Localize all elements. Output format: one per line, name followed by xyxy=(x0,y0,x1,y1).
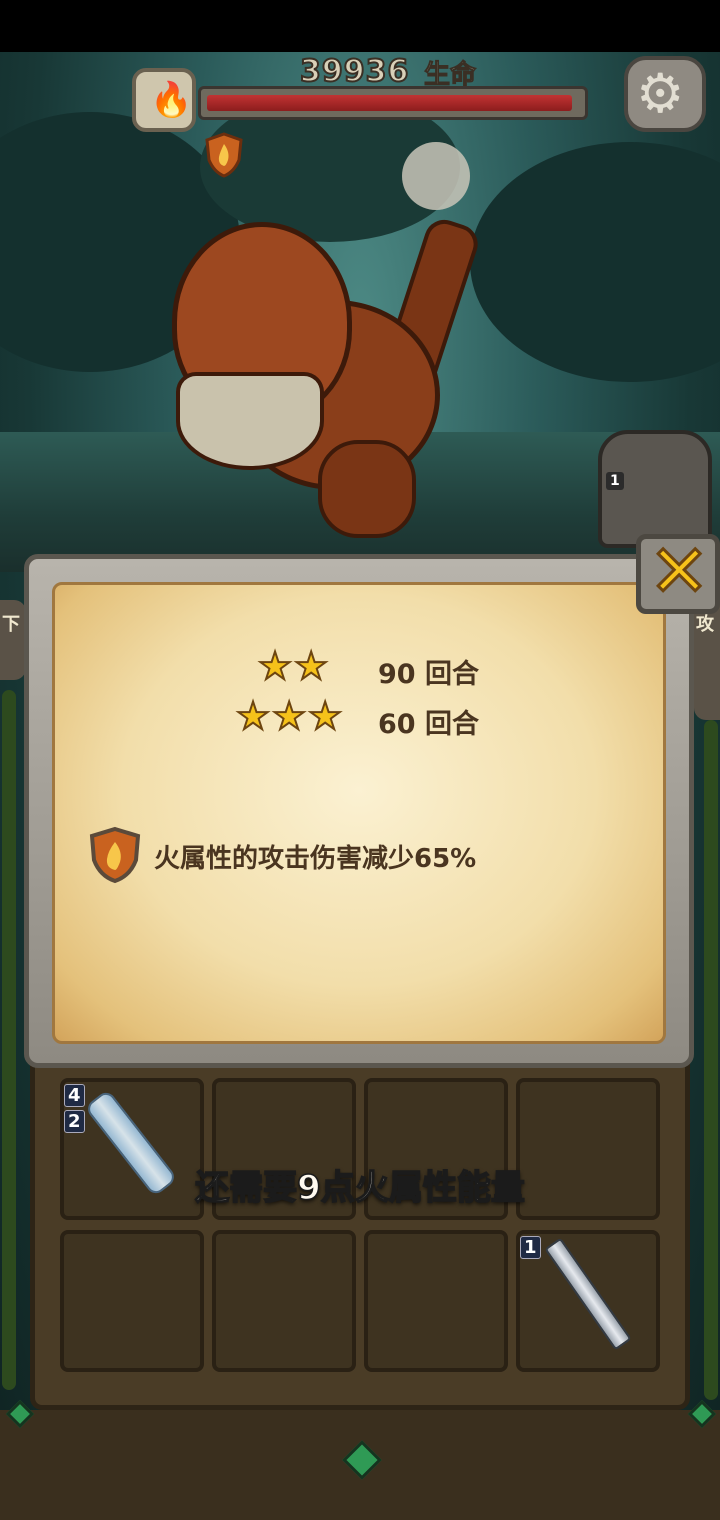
element-badge: 🔥 xyxy=(132,68,196,132)
settings-button[interactable]: ⚙ xyxy=(624,56,706,132)
status-bar xyxy=(0,0,720,52)
vine-left xyxy=(2,690,16,1390)
side-tab-right[interactable]: 攻 xyxy=(694,600,720,720)
rating-row-2-stars: ★★ xyxy=(257,644,330,688)
close-button[interactable]: ✕ xyxy=(636,528,720,615)
star-icon: ★ xyxy=(257,644,293,688)
rating-turns-3-stars: 60 回合 xyxy=(378,709,479,740)
fire-icon: 🔥 xyxy=(150,80,193,120)
star-icon: ★ xyxy=(307,694,343,738)
energy-hint: 还需要9点火属性能量 xyxy=(194,1167,525,1209)
star-icon: ★ xyxy=(271,694,307,738)
gear-icon: ⚙ xyxy=(636,62,685,125)
fire-resistance-icon xyxy=(89,826,141,884)
rating-turns-2-stars: 90 回合 xyxy=(378,659,479,690)
board-slot-7[interactable] xyxy=(364,1230,508,1372)
slot-1-badge-top: 4 xyxy=(64,1084,85,1107)
hp-value: 39936 xyxy=(299,53,410,90)
resistance-effect-text: 火属性的攻击伤害减少65% xyxy=(154,844,477,874)
side-tab-left-label: 下 xyxy=(2,614,20,635)
rating-row-3-stars: ★★★ xyxy=(235,694,344,738)
vine-right xyxy=(704,720,718,1400)
slot-1-badge-bottom: 2 xyxy=(64,1110,85,1133)
side-tab-left[interactable]: 下 xyxy=(0,600,26,680)
fire-shield-icon xyxy=(205,132,243,178)
close-x-icon: ✕ xyxy=(647,528,710,615)
hp-bar-fill xyxy=(207,95,572,111)
slot-8-badge: 1 xyxy=(520,1236,541,1259)
dragon-jaw xyxy=(176,372,324,470)
dialog-parchment xyxy=(52,582,666,1044)
board-slot-5[interactable] xyxy=(60,1230,204,1372)
board-slot-6[interactable] xyxy=(212,1230,356,1372)
star-icon: ★ xyxy=(235,694,271,738)
owl-item-badge: 1 xyxy=(606,472,624,490)
star-icon: ★ xyxy=(293,644,329,688)
moon xyxy=(402,142,470,210)
hp-bar xyxy=(198,86,588,120)
dragon-legs xyxy=(318,440,416,538)
